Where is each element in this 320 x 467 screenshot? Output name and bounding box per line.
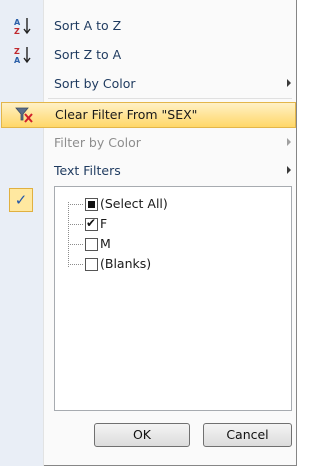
list-item-blanks[interactable]: (Blanks)	[68, 255, 268, 275]
clear-filter-item[interactable]: Clear Filter From "SEX"	[1, 102, 296, 128]
sort-a-to-z-label: Sort A to Z	[54, 18, 122, 33]
text-filters-item[interactable]: Text Filters	[0, 158, 297, 184]
sort-z-to-a-label: Sort Z to A	[54, 47, 122, 62]
submenu-arrow-icon	[287, 166, 291, 174]
ok-button[interactable]: OK	[94, 423, 190, 447]
menu-separator	[48, 98, 292, 99]
list-item-label: F	[100, 216, 108, 231]
cancel-button[interactable]: Cancel	[203, 423, 292, 447]
sort-by-color-label: Sort by Color	[54, 76, 136, 91]
submenu-arrow-icon	[287, 79, 291, 87]
svg-text:A: A	[14, 18, 21, 27]
icon-gutter	[0, 0, 44, 466]
svg-text:A: A	[14, 56, 21, 65]
svg-text:Z: Z	[14, 27, 20, 36]
list-item-f[interactable]: ✔ F	[68, 215, 268, 235]
text-filters-label: Text Filters	[54, 163, 121, 178]
filter-values-list[interactable]: (Select All) ✔ F M (Blanks)	[54, 186, 292, 411]
list-item-label: M	[100, 236, 111, 251]
list-item-label: (Select All)	[100, 196, 168, 211]
list-item-select-all[interactable]: (Select All)	[68, 195, 268, 215]
sort-z-to-a-item[interactable]: Z A Sort Z to A	[0, 42, 297, 68]
sort-ascending-icon: A Z	[13, 16, 33, 36]
sort-descending-icon: Z A	[13, 45, 33, 65]
list-item-label: (Blanks)	[100, 256, 152, 271]
clear-filter-label: Clear Filter From "SEX"	[55, 107, 198, 122]
select-all-checkbox[interactable]	[85, 198, 98, 211]
filter-by-color-label: Filter by Color	[54, 135, 141, 150]
check-icon: ✔	[86, 216, 97, 230]
f-checkbox[interactable]: ✔	[85, 216, 98, 231]
blanks-checkbox[interactable]	[85, 258, 98, 271]
submenu-arrow-icon	[287, 138, 291, 146]
svg-text:Z: Z	[14, 47, 20, 56]
sort-a-to-z-item[interactable]: A Z Sort A to Z	[0, 13, 297, 39]
filter-by-color-item[interactable]: Filter by Color	[0, 130, 297, 156]
clear-filter-icon	[14, 105, 34, 125]
list-item-m[interactable]: M	[68, 235, 268, 255]
m-checkbox[interactable]	[85, 238, 98, 251]
checkmark-icon: ✓	[9, 188, 33, 212]
filter-dropdown-menu: A Z Sort A to Z Z A Sort Z to A Sort by …	[0, 0, 297, 466]
sort-by-color-item[interactable]: Sort by Color	[0, 71, 297, 97]
